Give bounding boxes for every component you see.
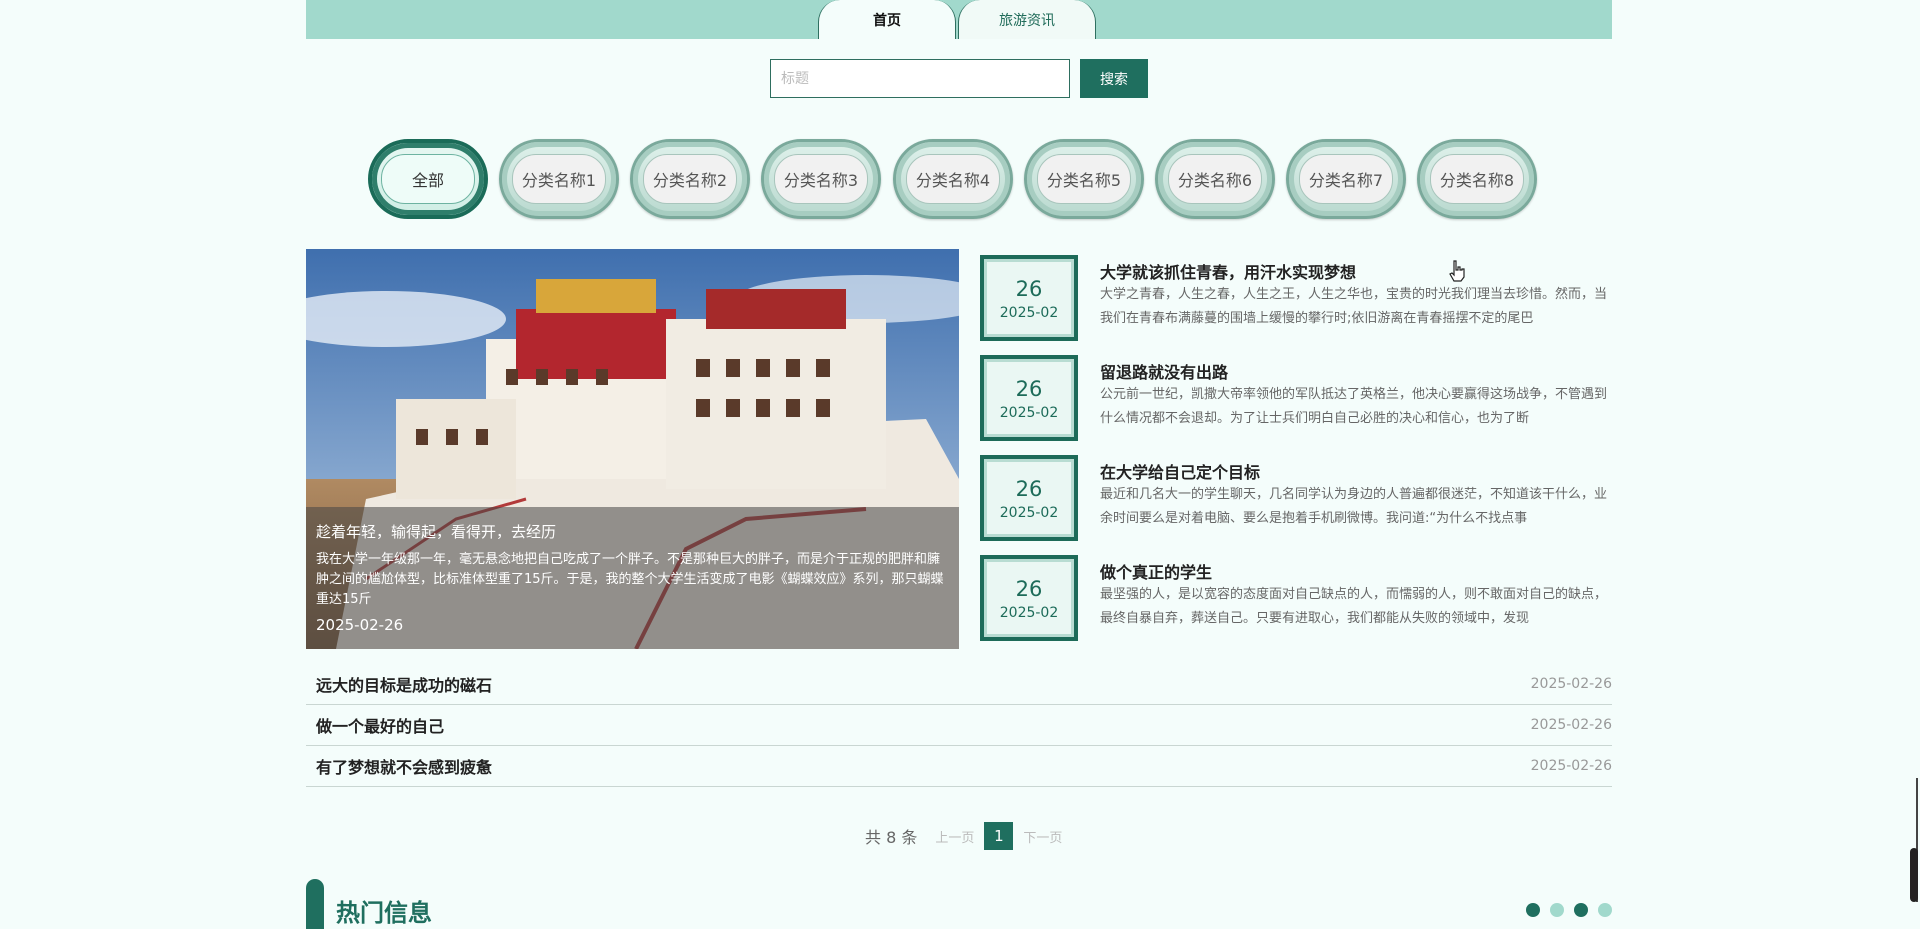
- carousel-dot[interactable]: [1550, 903, 1564, 917]
- hot-section-marker: [306, 879, 324, 929]
- category-list: 全部 分类名称1 分类名称2 分类名称3 分类名称4 分类名称5 分类名称6 分…: [368, 139, 1568, 219]
- date-year-month: 2025-02: [999, 405, 1059, 421]
- category-label: 全部: [381, 154, 475, 204]
- news-description: 最坚强的人，是以宽容的态度面对自己缺点的人，而懦弱的人，则不敢面对自己的缺点，最…: [1100, 587, 1608, 626]
- date-day: 26: [1015, 277, 1043, 301]
- date-badge: 26 2025-02: [980, 455, 1078, 541]
- category-2[interactable]: 分类名称2: [630, 139, 750, 219]
- date-day: 26: [1015, 577, 1043, 601]
- date-year-month: 2025-02: [999, 505, 1059, 521]
- list-item-date: 2025-02-26: [1530, 676, 1612, 692]
- carousel-dots: [1516, 903, 1612, 917]
- category-label: 分类名称4: [906, 154, 1000, 204]
- featured-date: 2025-02-26: [316, 616, 404, 634]
- news-item[interactable]: 26 2025-02 大学就该抓住青春，用汗水实现梦想 大学之青春，人生之春，人生…: [980, 249, 1612, 341]
- category-1[interactable]: 分类名称1: [499, 139, 619, 219]
- news-title: 留退路就没有出路: [1100, 363, 1229, 382]
- list-item-title: 远大的目标是成功的磁石: [316, 676, 493, 695]
- list-item-title: 有了梦想就不会感到疲惫: [316, 758, 493, 777]
- hand-cursor-icon: [1449, 260, 1465, 282]
- category-label: 分类名称3: [774, 154, 868, 204]
- news-description: 最近和几名大一的学生聊天，几名同学认为身边的人普遍都很迷茫，不知道该干什么，业余…: [1100, 487, 1608, 526]
- carousel-dot[interactable]: [1526, 903, 1540, 917]
- news-title: 在大学给自己定个目标: [1100, 463, 1261, 482]
- date-badge: 26 2025-02: [980, 255, 1078, 341]
- search-input[interactable]: [770, 59, 1070, 98]
- category-all[interactable]: 全部: [368, 139, 488, 219]
- list-item[interactable]: 有了梦想就不会感到疲惫 2025-02-26: [306, 746, 1612, 787]
- featured-article[interactable]: 趁着年轻，输得起，看得开，去经历 我在大学一年级那一年，毫无悬念地把自己吃成了一…: [306, 249, 959, 649]
- category-label: 分类名称1: [512, 154, 606, 204]
- date-year-month: 2025-02: [999, 605, 1059, 621]
- category-7[interactable]: 分类名称7: [1286, 139, 1406, 219]
- category-label: 分类名称2: [643, 154, 737, 204]
- carousel-dot[interactable]: [1598, 903, 1612, 917]
- news-title: 做个真正的学生: [1100, 563, 1213, 582]
- news-item[interactable]: 26 2025-02 做个真正的学生 最坚强的人，是以宽容的态度面对自己缺点的人，…: [980, 549, 1612, 641]
- category-5[interactable]: 分类名称5: [1024, 139, 1144, 219]
- list-item-date: 2025-02-26: [1530, 717, 1612, 733]
- category-label: 分类名称8: [1430, 154, 1524, 204]
- featured-caption: 趁着年轻，输得起，看得开，去经历 我在大学一年级那一年，毫无悬念地把自己吃成了一…: [306, 507, 959, 649]
- category-3[interactable]: 分类名称3: [761, 139, 881, 219]
- tab-travel-news[interactable]: 旅游资讯: [958, 0, 1096, 39]
- list-item[interactable]: 远大的目标是成功的磁石 2025-02-26: [306, 664, 1612, 705]
- category-label: 分类名称5: [1037, 154, 1131, 204]
- list-item-title: 做一个最好的自己: [316, 717, 445, 736]
- pagination-total: 共 8 条: [865, 828, 918, 847]
- news-title: 大学就该抓住青春，用汗水实现梦想: [1100, 263, 1357, 282]
- tab-home[interactable]: 首页: [818, 0, 956, 39]
- news-item[interactable]: 26 2025-02 留退路就没有出路 公元前一世纪，凯撒大帝率领他的军队抵达了英…: [980, 349, 1612, 441]
- carousel-dot[interactable]: [1574, 903, 1588, 917]
- date-day: 26: [1015, 477, 1043, 501]
- prev-page-button[interactable]: 上一页: [935, 827, 974, 846]
- news-description: 大学之青春，人生之春，人生之王，人生之华也，宝贵的时光我们理当去珍惜。然而，当我…: [1100, 287, 1608, 326]
- scrollbar-thumb[interactable]: [1910, 848, 1918, 902]
- list-item-date: 2025-02-26: [1530, 758, 1612, 774]
- next-page-button[interactable]: 下一页: [1023, 827, 1062, 846]
- category-label: 分类名称7: [1299, 154, 1393, 204]
- featured-title: 趁着年轻，输得起，看得开，去经历: [316, 523, 557, 541]
- search-button[interactable]: 搜索: [1080, 59, 1148, 98]
- category-8[interactable]: 分类名称8: [1417, 139, 1537, 219]
- category-label: 分类名称6: [1168, 154, 1262, 204]
- news-item[interactable]: 26 2025-02 在大学给自己定个目标 最近和几名大一的学生聊天，几名同学认为…: [980, 449, 1612, 541]
- category-4[interactable]: 分类名称4: [893, 139, 1013, 219]
- date-badge: 26 2025-02: [980, 555, 1078, 641]
- top-nav-bar: 首页 旅游资讯: [306, 0, 1612, 39]
- current-page-button[interactable]: 1: [984, 822, 1014, 850]
- hot-section-title: 热门信息: [336, 899, 432, 927]
- category-6[interactable]: 分类名称6: [1155, 139, 1275, 219]
- pagination: 共 8 条 上一页 1 下一页: [865, 822, 1066, 850]
- news-description: 公元前一世纪，凯撒大帝率领他的军队抵达了英格兰，他决心要赢得这场战争，不管遇到什…: [1100, 387, 1608, 426]
- featured-description: 我在大学一年级那一年，毫无悬念地把自己吃成了一个胖子。不是那种巨大的胖子，而是介…: [316, 552, 944, 607]
- list-item[interactable]: 做一个最好的自己 2025-02-26: [306, 705, 1612, 746]
- date-year-month: 2025-02: [999, 305, 1059, 321]
- date-badge: 26 2025-02: [980, 355, 1078, 441]
- date-day: 26: [1015, 377, 1043, 401]
